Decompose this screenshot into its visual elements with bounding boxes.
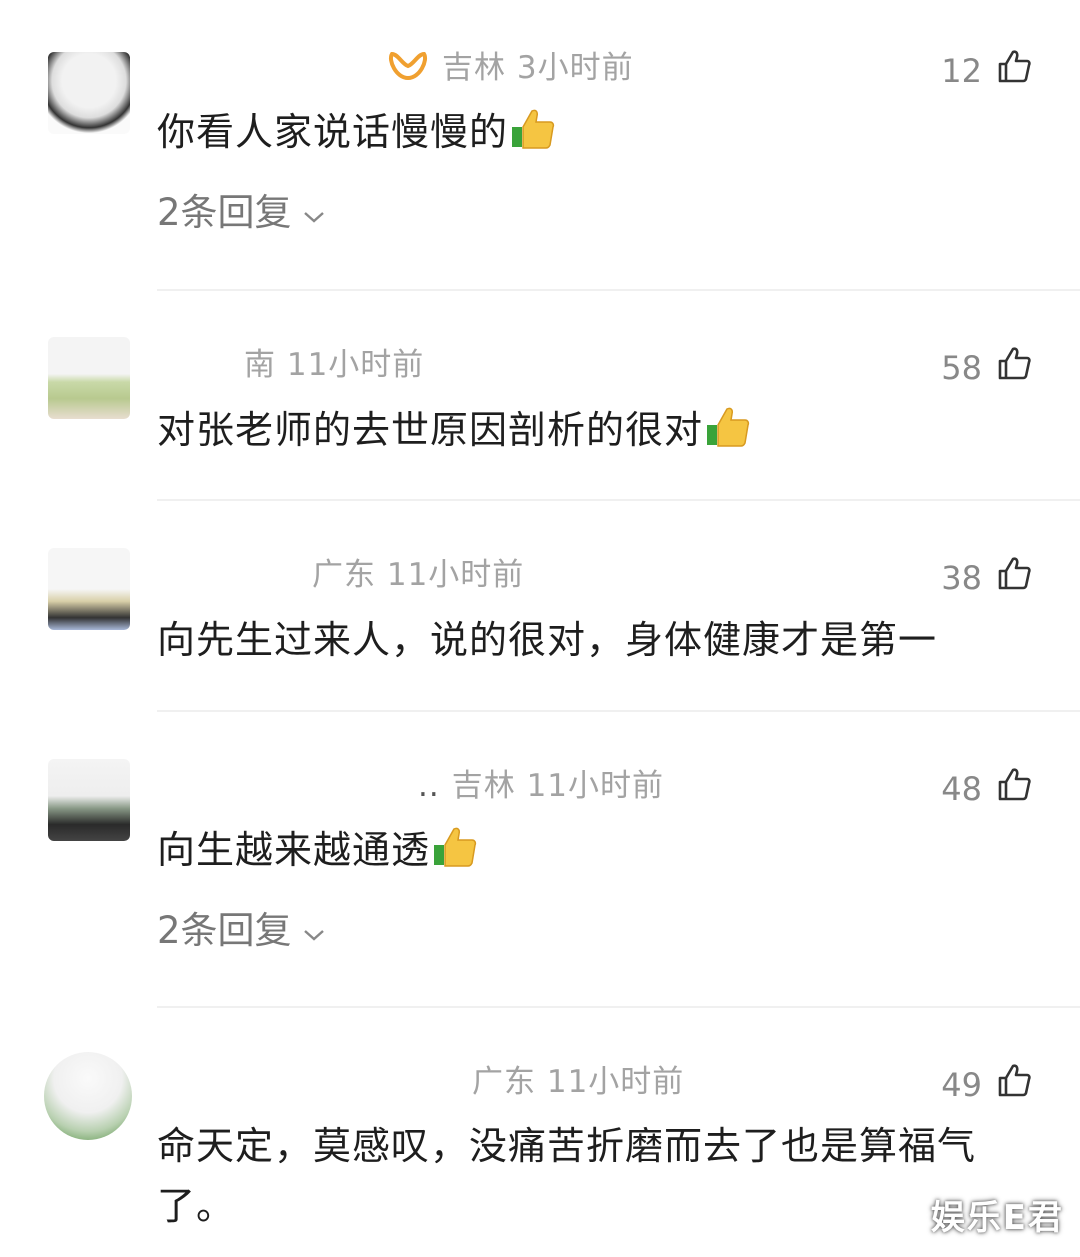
like-button[interactable]: 38 <box>941 555 1032 600</box>
comment-text: 你看人家说话慢慢的 <box>157 102 1020 168</box>
thumbs-up-outline-icon[interactable] <box>982 345 1032 390</box>
view-replies-button[interactable]: 2条回复 <box>157 188 326 238</box>
vip-badge-icon <box>388 50 428 92</box>
meta-text: 广东 11小时前 <box>312 557 525 593</box>
thumbs-up-emoji-icon <box>705 403 751 466</box>
comment-text: 向生越来越通透 <box>157 820 1020 886</box>
divider <box>157 1006 1080 1008</box>
avatar[interactable] <box>48 759 130 841</box>
like-count: 38 <box>941 558 982 597</box>
comment-text: 命天定，莫感叹，没痛苦折磨而去了也是算福气了。 <box>157 1124 977 1228</box>
replies-label: 2条回复 <box>157 191 292 234</box>
meta-prefix: .. <box>418 768 440 804</box>
avatar[interactable] <box>48 548 130 630</box>
comment-text: 向先生过来人，说的很对，身体健康才是第一 <box>157 618 938 662</box>
divider <box>157 289 1080 291</box>
thumbs-up-outline-icon[interactable] <box>982 48 1032 93</box>
chevron-down-icon <box>292 188 326 238</box>
divider <box>157 710 1080 712</box>
thumbs-up-emoji-icon <box>510 105 556 168</box>
like-button[interactable]: 48 <box>941 766 1032 811</box>
like-button[interactable]: 49 <box>941 1062 1032 1107</box>
watermark: 娱乐E君 <box>930 1198 1064 1238</box>
comment-meta: .. 吉林 11小时前 <box>418 766 664 806</box>
like-button[interactable]: 58 <box>941 345 1032 390</box>
avatar[interactable] <box>48 52 130 134</box>
view-replies-button[interactable]: 2条回复 <box>157 906 326 956</box>
comment-meta: 广东 11小时前 <box>472 1062 684 1102</box>
comment-text: 对张老师的去世原因剖析的很对 <box>157 400 1020 466</box>
like-button[interactable]: 12 <box>941 48 1032 93</box>
comment-meta: 南 11小时前 <box>244 345 424 385</box>
divider <box>157 499 1080 501</box>
thumbs-up-emoji-icon <box>432 823 478 886</box>
comment-meta: 吉林 3小时前 <box>388 48 634 92</box>
like-count: 58 <box>941 348 982 387</box>
avatar[interactable] <box>48 337 130 419</box>
thumbs-up-outline-icon[interactable] <box>982 1062 1032 1107</box>
meta-text: 吉林 3小时前 <box>442 50 634 86</box>
like-count: 12 <box>941 51 982 90</box>
avatar[interactable] <box>44 1052 132 1140</box>
meta-text: 南 11小时前 <box>244 347 425 383</box>
thumbs-up-outline-icon[interactable] <box>982 555 1032 600</box>
meta-text: 吉林 11小时前 <box>451 768 665 804</box>
meta-text: 广东 11小时前 <box>472 1064 685 1100</box>
chevron-down-icon <box>292 906 326 956</box>
thumbs-up-outline-icon[interactable] <box>982 766 1032 811</box>
comment-meta: 广东 11小时前 <box>312 555 524 595</box>
like-count: 48 <box>941 769 982 808</box>
replies-label: 2条回复 <box>157 909 292 952</box>
like-count: 49 <box>941 1065 982 1104</box>
